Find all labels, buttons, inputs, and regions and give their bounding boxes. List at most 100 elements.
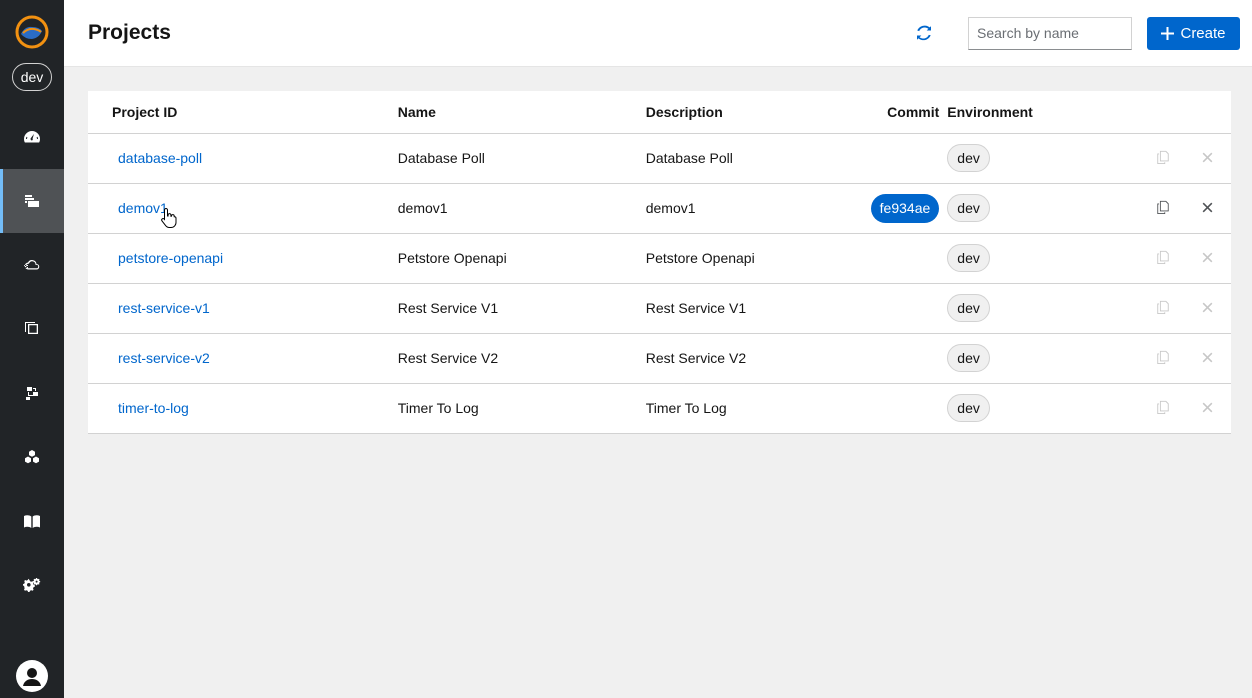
environment-badge: dev	[947, 394, 990, 422]
delete-button[interactable]	[1202, 202, 1213, 213]
project-id-cell: demov1	[88, 183, 374, 234]
copy-button[interactable]	[1156, 250, 1170, 264]
project-id-link[interactable]: rest-service-v1	[118, 300, 210, 316]
delete-cell	[1184, 383, 1231, 434]
nav-cluster[interactable]	[0, 425, 64, 489]
copy-icon	[1156, 300, 1169, 314]
copy-button[interactable]	[1156, 350, 1170, 364]
project-name-cell: Database Poll	[373, 133, 622, 184]
copy-button[interactable]	[1156, 400, 1170, 414]
environment-badge: dev	[947, 244, 990, 272]
nav-settings[interactable]	[0, 553, 64, 617]
nav-docs[interactable]	[0, 489, 64, 553]
project-id-cell: petstore-openapi	[88, 233, 374, 284]
environment-badge: dev	[947, 144, 990, 172]
user-avatar[interactable]	[16, 660, 48, 692]
project-description-cell: Database Poll	[621, 133, 837, 184]
copy-cell	[1141, 183, 1185, 234]
project-id-link[interactable]: rest-service-v2	[118, 350, 210, 366]
close-icon	[1202, 352, 1213, 363]
nav-integrations[interactable]	[0, 361, 64, 425]
projects-icon	[25, 195, 39, 207]
delete-cell	[1184, 133, 1231, 184]
project-description-cell: Petstore Openapi	[621, 233, 837, 284]
delete-button[interactable]	[1202, 302, 1213, 313]
close-icon	[1202, 152, 1213, 163]
table-row[interactable]: database-poll Database Poll Database Pol…	[88, 133, 1231, 184]
search-input[interactable]	[968, 16, 1132, 50]
project-id-cell: database-poll	[88, 133, 374, 184]
column-header-description[interactable]: Description	[621, 91, 837, 134]
refresh-button[interactable]	[912, 21, 936, 45]
table-row[interactable]: petstore-openapi Petstore Openapi Petsto…	[88, 233, 1231, 284]
project-id-cell: rest-service-v1	[88, 283, 374, 334]
delete-button[interactable]	[1202, 252, 1213, 263]
column-header-copy	[1141, 91, 1185, 134]
column-header-name[interactable]: Name	[373, 91, 622, 134]
project-id-link[interactable]: database-poll	[118, 150, 202, 166]
delete-cell	[1184, 333, 1231, 384]
project-environment-cell: dev	[947, 383, 1142, 434]
page-title: Projects	[88, 21, 171, 44]
copy-icon	[1156, 200, 1169, 214]
nav-templates[interactable]	[0, 297, 64, 361]
column-header-commit[interactable]: Commit	[836, 91, 948, 134]
table-row[interactable]: rest-service-v1 Rest Service V1 Rest Ser…	[88, 283, 1231, 334]
delete-cell	[1184, 283, 1231, 334]
copy-icon	[1156, 350, 1169, 364]
copy-button[interactable]	[1156, 300, 1170, 314]
create-button-label: Create	[1180, 24, 1226, 42]
project-id-link[interactable]: timer-to-log	[118, 400, 189, 416]
user-avatar-icon	[23, 668, 41, 686]
commit-badge: fe934ae	[870, 193, 940, 223]
app-logo-icon[interactable]	[15, 15, 49, 49]
project-name-cell: Petstore Openapi	[373, 233, 622, 284]
projects-table: Project ID Name Description Commit Envir…	[88, 91, 1231, 434]
environment-badge: dev	[947, 344, 990, 372]
nav-dashboard[interactable]	[0, 105, 64, 169]
env-selector[interactable]: dev	[12, 63, 52, 91]
project-commit-cell	[836, 383, 948, 434]
copy-cell	[1141, 283, 1185, 334]
refresh-icon	[917, 25, 931, 41]
sidebar: dev	[0, 0, 64, 698]
project-commit-cell	[836, 133, 948, 184]
environment-badge: dev	[947, 294, 990, 322]
delete-cell	[1184, 183, 1231, 234]
project-description-cell: Rest Service V1	[621, 283, 837, 334]
dashboard-icon	[24, 131, 40, 143]
copy-icon	[1156, 400, 1169, 414]
delete-button[interactable]	[1202, 402, 1213, 413]
templates-icon	[25, 322, 38, 334]
environment-badge: dev	[947, 194, 990, 222]
project-id-link[interactable]: petstore-openapi	[118, 250, 223, 266]
project-name-cell: Timer To Log	[373, 383, 622, 434]
delete-button[interactable]	[1202, 352, 1213, 363]
project-commit-cell	[836, 333, 948, 384]
column-header-project-id[interactable]: Project ID	[88, 91, 374, 134]
project-environment-cell: dev	[947, 183, 1142, 234]
project-environment-cell: dev	[947, 283, 1142, 334]
cluster-icon	[25, 450, 39, 464]
integrations-icon	[26, 387, 38, 400]
nav-projects[interactable]	[0, 169, 64, 233]
copy-button[interactable]	[1156, 150, 1170, 164]
column-header-environment[interactable]: Environment	[947, 91, 1142, 134]
project-environment-cell: dev	[947, 333, 1142, 384]
close-icon	[1202, 202, 1213, 213]
copy-cell	[1141, 133, 1185, 184]
close-icon	[1202, 402, 1213, 413]
nav-deployments[interactable]	[0, 233, 64, 297]
create-button[interactable]: Create	[1147, 16, 1240, 50]
table-row[interactable]: rest-service-v2 Rest Service V2 Rest Ser…	[88, 333, 1231, 384]
project-id-cell: timer-to-log	[88, 383, 374, 434]
delete-button[interactable]	[1202, 152, 1213, 163]
project-id-link[interactable]: demov1	[118, 200, 168, 216]
project-name-cell: Rest Service V1	[373, 283, 622, 334]
cloud-deploy-icon	[24, 260, 40, 270]
table-row[interactable]: timer-to-log Timer To Log Timer To Log d…	[88, 383, 1231, 434]
table-row[interactable]: demov1 demov1 demov1 fe934ae dev	[88, 183, 1231, 234]
copy-icon	[1156, 250, 1169, 264]
copy-button[interactable]	[1156, 200, 1170, 214]
docs-book-icon	[24, 515, 40, 528]
